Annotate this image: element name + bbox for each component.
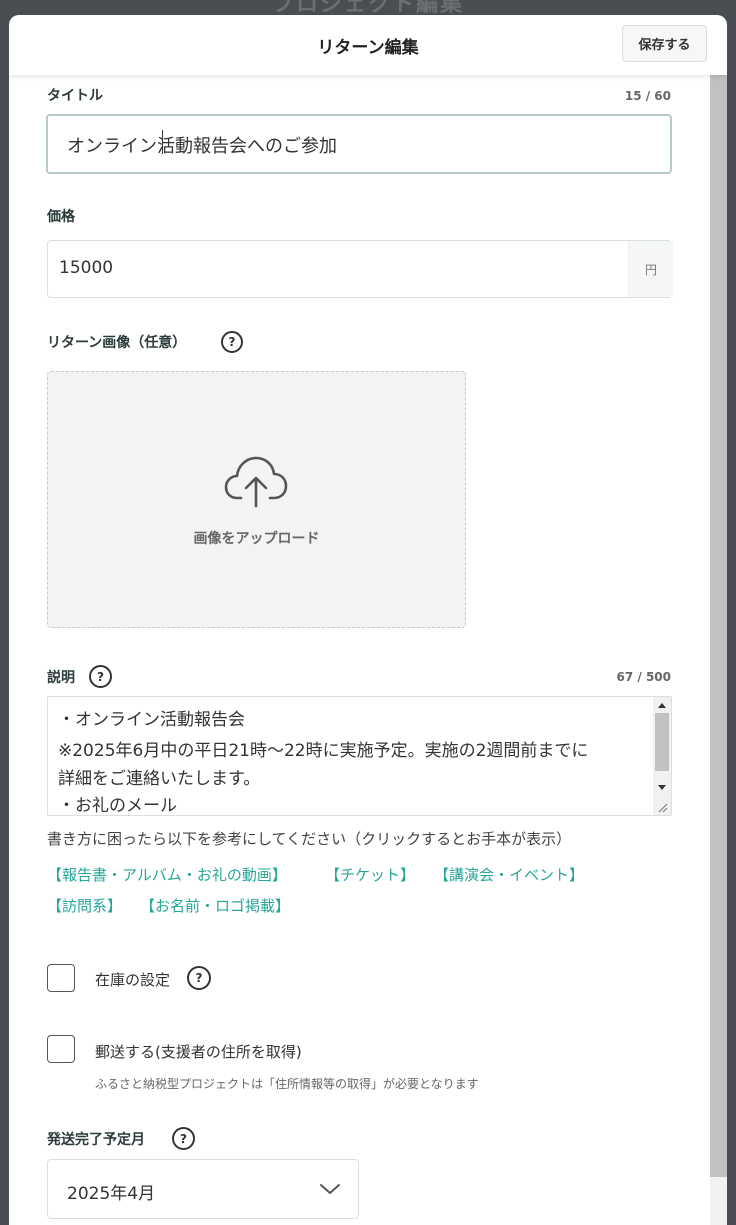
text-cursor (162, 130, 163, 154)
description-label: 説明 (47, 670, 75, 686)
textarea-scrollbar[interactable] (653, 697, 671, 815)
description-line: ※2025年6月中の平日21時〜22時に実施予定。実施の2週間前までに (58, 741, 589, 761)
price-label: 価格 (47, 209, 75, 225)
textarea-scroll-thumb[interactable] (655, 713, 669, 771)
title-input[interactable]: オンライン活動報告会へのご参加 (46, 114, 672, 174)
scroll-up-arrow-icon[interactable] (658, 703, 666, 708)
description-line: 詳細をご連絡いたします。 (58, 769, 261, 789)
delivery-month-help-icon[interactable]: ? (172, 1127, 195, 1150)
title-input-value: オンライン活動報告会へのご参加 (67, 136, 337, 157)
modal-scroll-thumb[interactable] (710, 75, 727, 1177)
shipping-label: 郵送する(支援者の住所を取得) (95, 1043, 302, 1061)
template-link-visit[interactable]: 【訪問系】 (47, 895, 122, 916)
shipping-note: ふるさと納税型プロジェクトは「住所情報等の取得」が必要となります (95, 1077, 479, 1091)
description-textarea[interactable]: ・オンライン活動報告会 ※2025年6月中の平日21時〜22時に実施予定。実施の… (47, 696, 672, 816)
image-label: リターン画像（任意） (47, 335, 187, 351)
image-upload-area[interactable]: 画像をアップロード (47, 371, 466, 628)
template-link-ticket[interactable]: 【チケット】 (325, 864, 415, 885)
chevron-down-icon (320, 1184, 340, 1194)
cloud-upload-icon (224, 456, 288, 508)
title-label: タイトル (47, 88, 103, 104)
delivery-month-label: 発送完了予定月 (47, 1132, 145, 1148)
description-help-icon[interactable]: ? (89, 665, 112, 688)
modal-header: リターン編集 保存する (9, 15, 727, 75)
description-line: ・オンライン活動報告会 (58, 710, 245, 730)
delivery-month-value: 2025年4月 (67, 1184, 156, 1204)
delivery-month-select[interactable]: 2025年4月 (47, 1159, 359, 1219)
template-link-name-logo[interactable]: 【お名前・ロゴ掲載】 (140, 895, 290, 916)
image-help-icon[interactable]: ? (221, 331, 243, 353)
modal-title: リターン編集 (317, 38, 419, 58)
template-link-report[interactable]: 【報告書・アルバム・お礼の動画】 (47, 864, 287, 885)
upload-label: 画像をアップロード (193, 531, 320, 547)
price-unit: 円 (628, 241, 673, 297)
template-link-event[interactable]: 【講演会・イベント】 (434, 864, 584, 885)
description-hint: 書き方に困ったら以下を参考にしてください（クリックするとお手本が表示） (47, 830, 572, 848)
modal-scrollbar[interactable] (710, 75, 727, 1225)
shipping-checkbox[interactable] (47, 1035, 75, 1063)
description-line: ・お礼のメール (58, 796, 177, 816)
modal-content: タイトル 15 / 60 オンライン活動報告会へのご参加 価格 15000 円 … (9, 15, 709, 1225)
description-counter: 67 / 500 (616, 670, 672, 684)
stock-label: 在庫の設定 (95, 971, 171, 989)
resize-handle-icon[interactable] (658, 803, 668, 813)
scroll-down-arrow-icon[interactable] (658, 785, 666, 790)
stock-help-icon[interactable]: ? (187, 966, 211, 990)
price-input[interactable]: 15000 円 (47, 240, 673, 298)
save-button[interactable]: 保存する (622, 25, 707, 62)
price-input-value: 15000 (59, 258, 114, 278)
title-counter: 15 / 60 (624, 89, 671, 103)
return-edit-modal: リターン編集 保存する タイトル 15 / 60 オンライン活動報告会へのご参加… (9, 15, 727, 1225)
stock-checkbox[interactable] (47, 964, 75, 992)
